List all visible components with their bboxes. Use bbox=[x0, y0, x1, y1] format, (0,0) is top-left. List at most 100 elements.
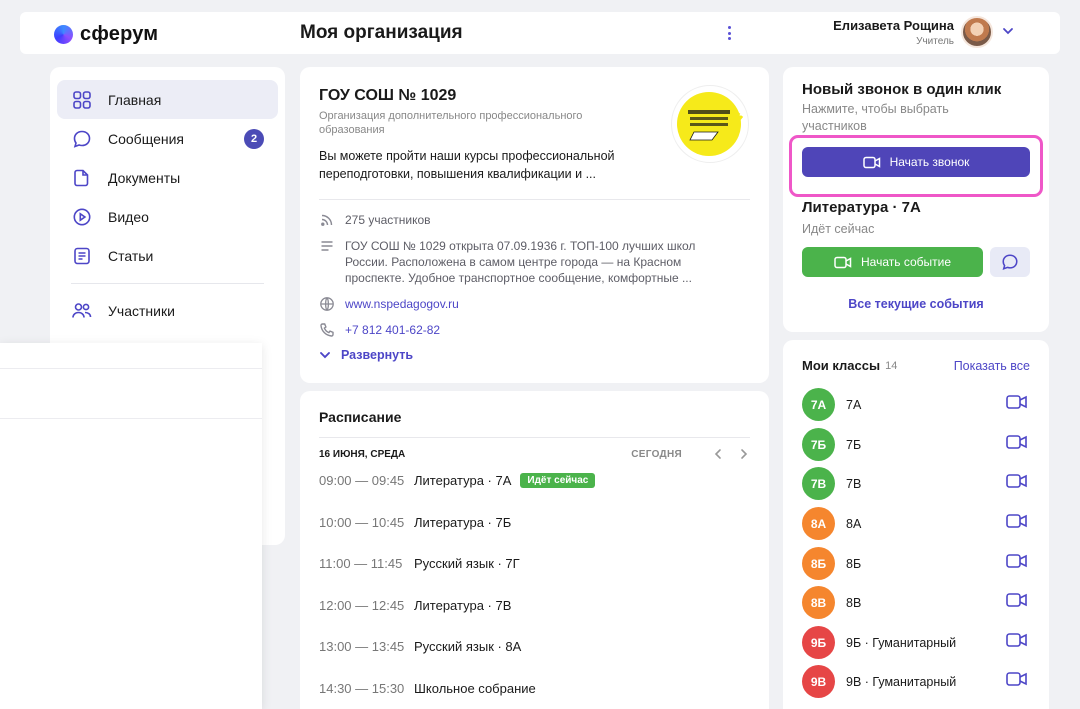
user-role: Учитель bbox=[916, 36, 954, 47]
lesson-name: Русский язык · 7Г bbox=[414, 556, 520, 572]
overlay-popup-panel bbox=[0, 343, 262, 709]
participants-count: 275 участников bbox=[345, 213, 431, 227]
popup-divider bbox=[0, 368, 262, 369]
current-event-status: Идёт сейчас bbox=[802, 222, 875, 236]
chat-bubble-icon bbox=[1002, 254, 1018, 270]
sidebar-item-label: Видео bbox=[108, 208, 149, 225]
unread-badge: 2 bbox=[244, 129, 264, 149]
class-name: 8А bbox=[846, 516, 862, 531]
play-circle-icon bbox=[71, 206, 93, 228]
live-now-badge: Идёт сейчас bbox=[520, 473, 596, 489]
current-event-title: Литература · 7А bbox=[802, 199, 921, 216]
video-camera-icon[interactable] bbox=[1006, 513, 1028, 534]
schedule-date-bar: 16 ИЮНЯ, СРЕДА СЕГОДНЯ bbox=[319, 448, 750, 460]
expand-button[interactable]: Развернуть bbox=[319, 348, 750, 362]
class-name: 7В bbox=[846, 476, 862, 491]
sidebar-item-label: Статьи bbox=[108, 247, 154, 264]
organization-card: ГОУ СОШ № 1029 Организация дополнительно… bbox=[300, 67, 769, 383]
class-name: 9В · Гуманитарный bbox=[846, 674, 957, 689]
video-camera-icon[interactable] bbox=[1006, 394, 1028, 415]
video-camera-icon[interactable] bbox=[1006, 434, 1028, 455]
call-title: Новый звонок в один клик bbox=[802, 81, 1002, 98]
class-row[interactable]: 8Б 8Б bbox=[802, 547, 1030, 580]
phone-row: +7 812 401-62-82 bbox=[319, 322, 750, 338]
all-events-link[interactable]: Все текущие события bbox=[783, 297, 1049, 311]
start-event-button[interactable]: Начать событие bbox=[802, 247, 983, 277]
sidebar-item-home[interactable]: Главная bbox=[57, 80, 278, 119]
class-row[interactable]: 7Б 7Б bbox=[802, 428, 1030, 461]
lesson-row[interactable]: 09:00 — 09:45 Литература · 7А Идёт сейча… bbox=[319, 460, 750, 502]
user-name[interactable]: Елизавета Рощина bbox=[833, 18, 954, 33]
class-avatar: 9Б bbox=[802, 626, 835, 659]
class-avatar: 8В bbox=[802, 586, 835, 619]
more-options-icon[interactable] bbox=[722, 24, 736, 42]
top-bar: сферум Моя организация Елизавета Рощина … bbox=[20, 12, 1060, 54]
user-avatar[interactable] bbox=[961, 16, 993, 48]
lesson-row[interactable]: 11:00 — 11:45 Русский язык · 7Г bbox=[319, 543, 750, 585]
lesson-row[interactable]: 10:00 — 10:45 Литература · 7Б bbox=[319, 502, 750, 544]
lesson-row[interactable]: 14:30 — 15:30 Школьное собрание bbox=[319, 668, 750, 709]
class-row[interactable]: 7В 7В bbox=[802, 467, 1030, 500]
video-camera-icon[interactable] bbox=[1006, 671, 1028, 692]
classes-header: Мои классы 14 Показать все bbox=[802, 358, 1030, 373]
popup-divider bbox=[0, 418, 262, 419]
video-camera-icon[interactable] bbox=[1006, 553, 1028, 574]
lesson-time: 09:00 — 09:45 bbox=[319, 473, 405, 489]
class-avatar: 7В bbox=[802, 467, 835, 500]
lesson-time: 13:00 — 13:45 bbox=[319, 639, 405, 655]
schedule-card: Расписание 16 ИЮНЯ, СРЕДА СЕГОДНЯ 09:00 … bbox=[300, 391, 769, 709]
call-subtitle: Нажмите, чтобы выбрать участников bbox=[802, 102, 949, 133]
chevron-right-icon[interactable] bbox=[738, 448, 750, 460]
lesson-row[interactable]: 12:00 — 12:45 Литература · 7В bbox=[319, 585, 750, 627]
sferum-logo-icon bbox=[54, 25, 73, 44]
people-icon bbox=[71, 300, 93, 322]
video-camera-icon bbox=[834, 256, 852, 268]
video-camera-icon[interactable] bbox=[1006, 632, 1028, 653]
org-website-link[interactable]: www.nspedagogov.ru bbox=[345, 296, 459, 312]
start-call-button[interactable]: Начать звонок bbox=[802, 147, 1030, 177]
sidebar-item-video[interactable]: Видео bbox=[57, 197, 278, 236]
show-all-link[interactable]: Показать все bbox=[954, 359, 1030, 373]
class-name: 8Б bbox=[846, 556, 862, 571]
class-row[interactable]: 9В 9В · Гуманитарный bbox=[802, 665, 1030, 698]
chevron-down-icon bbox=[320, 352, 330, 359]
chevron-left-icon[interactable] bbox=[712, 448, 724, 460]
lesson-time: 12:00 — 12:45 bbox=[319, 597, 405, 613]
sidebar-item-participants[interactable]: Участники bbox=[57, 291, 278, 330]
schedule-divider bbox=[319, 437, 750, 438]
class-avatar: 7Б bbox=[802, 428, 835, 461]
about-row: ГОУ СОШ № 1029 открыта 07.09.1936 г. ТОП… bbox=[319, 238, 750, 286]
org-phone-link[interactable]: +7 812 401-62-82 bbox=[345, 322, 440, 338]
schedule-title: Расписание bbox=[319, 409, 402, 425]
event-chat-button[interactable] bbox=[990, 247, 1030, 277]
page-title: Моя организация bbox=[300, 22, 463, 43]
lesson-row[interactable]: 13:00 — 13:45 Русский язык · 8А bbox=[319, 626, 750, 668]
video-camera-icon[interactable] bbox=[1006, 473, 1028, 494]
sidebar-item-label: Документы bbox=[108, 169, 181, 186]
class-row[interactable]: 8В 8В bbox=[802, 586, 1030, 619]
class-avatar: 7А bbox=[802, 388, 835, 421]
lesson-time: 10:00 — 10:45 bbox=[319, 514, 405, 530]
lesson-time: 14:30 — 15:30 bbox=[319, 680, 405, 696]
class-row[interactable]: 9Б 9Б · Гуманитарный bbox=[802, 626, 1030, 659]
class-name: 7А bbox=[846, 397, 862, 412]
class-row[interactable]: 8А 8А bbox=[802, 507, 1030, 540]
sidebar-item-articles[interactable]: Статьи bbox=[57, 236, 278, 275]
sidebar-item-messages[interactable]: Сообщения 2 bbox=[57, 119, 278, 158]
class-row[interactable]: 7А 7А bbox=[802, 388, 1030, 421]
my-classes-card: Мои классы 14 Показать все 7А 7А 7Б 7Б 7В 7В 8… bbox=[783, 340, 1049, 709]
phone-icon bbox=[320, 323, 334, 337]
org-logo bbox=[671, 85, 749, 163]
quick-call-card: Новый звонок в один клик Нажмите, чтобы … bbox=[783, 67, 1049, 332]
schedule-date: 16 ИЮНЯ, СРЕДА bbox=[319, 448, 406, 460]
today-button[interactable]: СЕГОДНЯ bbox=[631, 449, 682, 460]
sidebar-item-documents[interactable]: Документы bbox=[57, 158, 278, 197]
chevron-down-icon[interactable] bbox=[1002, 25, 1014, 37]
video-camera-icon[interactable] bbox=[1006, 592, 1028, 613]
lesson-name: Литература · 7А bbox=[414, 473, 512, 489]
rss-icon bbox=[321, 214, 333, 226]
lesson-name: Литература · 7В bbox=[414, 597, 512, 613]
document-icon bbox=[71, 167, 93, 189]
sferum-logo[interactable]: сферум bbox=[54, 23, 158, 46]
class-avatar: 9В bbox=[802, 665, 835, 698]
